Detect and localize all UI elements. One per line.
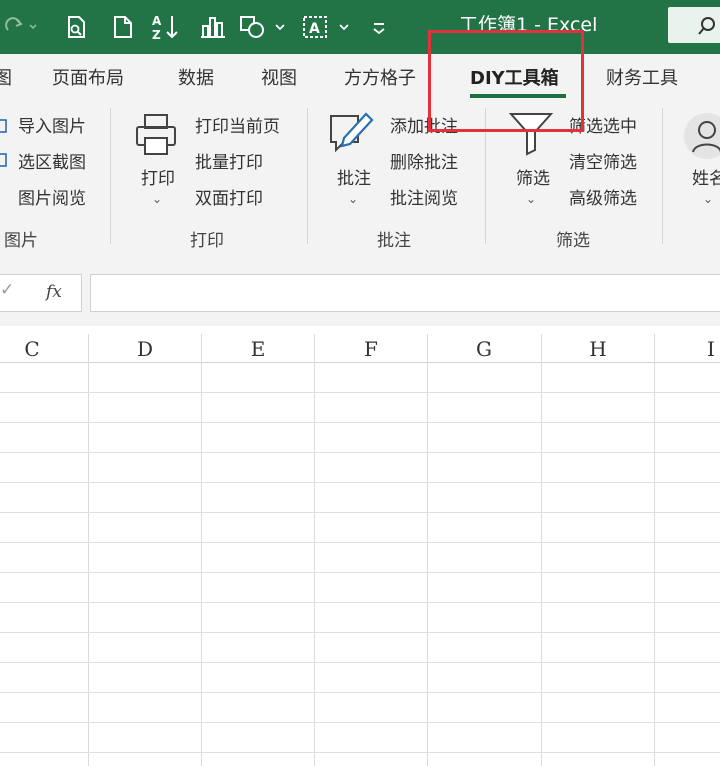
tab-page-layout[interactable]: 页面布局 (52, 64, 124, 90)
svg-text:A: A (152, 14, 162, 28)
group-separator (110, 108, 111, 244)
region-screenshot-button[interactable]: 选区截图 (18, 148, 86, 173)
column-header-g[interactable]: G (428, 334, 540, 362)
column-header-i[interactable]: I (655, 334, 720, 362)
picture-viewer-button[interactable]: 图片阅览 (18, 184, 86, 209)
column-header-c[interactable]: C (0, 334, 88, 362)
row-divider (0, 422, 720, 423)
name-button[interactable]: 姓名 (692, 164, 720, 189)
comment-button[interactable]: 批注 (337, 164, 371, 189)
svg-text:A: A (309, 21, 320, 37)
search-box[interactable] (668, 7, 720, 43)
group-label-comment: 批注 (377, 231, 411, 251)
screenshot-icon (0, 152, 8, 171)
column-header-h[interactable]: H (542, 334, 654, 362)
svg-text:Z: Z (152, 28, 161, 41)
group-label-picture: 图片 (4, 231, 38, 251)
sort-ascending-icon[interactable]: AZ (150, 14, 184, 41)
filter-dropdown-icon[interactable]: ⌄ (526, 192, 536, 206)
ribbon-panel: 导入图片 选区截图 图片阅览 图片 打印 ⌄ 打印当前页 批量打印 双面打印 打… (0, 100, 720, 253)
new-document-icon[interactable] (108, 14, 138, 40)
comment-dropdown-icon[interactable]: ⌄ (348, 192, 358, 206)
formula-input[interactable] (90, 274, 720, 312)
text-box-icon[interactable]: A (300, 14, 356, 40)
comment-viewer-button[interactable]: 批注阅览 (390, 184, 458, 209)
insert-function-button[interactable]: fx (46, 282, 62, 302)
group-separator (307, 108, 308, 244)
print-current-page-button[interactable]: 打印当前页 (195, 112, 280, 137)
row-divider (0, 572, 720, 573)
group-separator (662, 108, 663, 244)
formula-bar: ✓ fx (0, 252, 720, 326)
comment-pencil-icon (328, 108, 376, 162)
batch-print-button[interactable]: 批量打印 (195, 148, 263, 173)
clear-filter-button[interactable]: 清空筛选 (569, 148, 637, 173)
row-divider (0, 662, 720, 663)
redo-icon[interactable] (2, 14, 42, 40)
row-divider (0, 692, 720, 693)
group-label-print: 打印 (190, 231, 224, 251)
ribbon-tab-bar: 图 页面布局 数据 视图 方方格子 DIY工具箱 财务工具 (0, 54, 720, 100)
row-divider (0, 512, 720, 513)
customize-toolbar-icon[interactable] (366, 14, 392, 40)
print-dropdown-icon[interactable]: ⌄ (152, 192, 162, 206)
column-header-f[interactable]: F (315, 334, 427, 362)
print-button[interactable]: 打印 (141, 164, 175, 189)
row-divider (0, 632, 720, 633)
column-headers: C D E F G H I (0, 334, 720, 363)
highlight-annotation (428, 30, 584, 132)
row-divider (0, 602, 720, 603)
chart-icon[interactable] (196, 14, 230, 40)
advanced-filter-button[interactable]: 高级筛选 (569, 184, 637, 209)
name-dropdown-icon[interactable]: ⌄ (703, 192, 713, 206)
tab-data[interactable]: 数据 (178, 64, 214, 90)
row-divider (0, 752, 720, 753)
row-divider (0, 542, 720, 543)
picture-icon (0, 118, 8, 137)
duplex-print-button[interactable]: 双面打印 (195, 184, 263, 209)
tab-view[interactable]: 视图 (261, 64, 297, 90)
tab-finance-tools[interactable]: 财务工具 (606, 64, 678, 90)
delete-comment-button[interactable]: 删除批注 (390, 148, 458, 173)
column-header-d[interactable]: D (89, 334, 201, 362)
enter-check-icon[interactable]: ✓ (0, 280, 14, 300)
filter-button[interactable]: 筛选 (516, 164, 550, 189)
row-divider (0, 722, 720, 723)
print-preview-icon[interactable] (62, 14, 92, 40)
row-divider (0, 452, 720, 453)
column-header-e[interactable]: E (202, 334, 314, 362)
printer-icon (134, 112, 180, 162)
group-label-filter: 筛选 (556, 231, 590, 251)
row-divider (0, 482, 720, 483)
search-icon (698, 17, 715, 35)
person-icon (683, 112, 720, 164)
tab-insert[interactable]: 图 (0, 64, 12, 90)
cell-grid[interactable] (0, 362, 720, 766)
import-picture-button[interactable]: 导入图片 (18, 112, 86, 137)
title-bar: AZ A 工作簿1 - Excel (0, 0, 720, 54)
shapes-icon[interactable] (238, 14, 288, 40)
row-divider (0, 392, 720, 393)
tab-fangfang[interactable]: 方方格子 (344, 64, 416, 90)
